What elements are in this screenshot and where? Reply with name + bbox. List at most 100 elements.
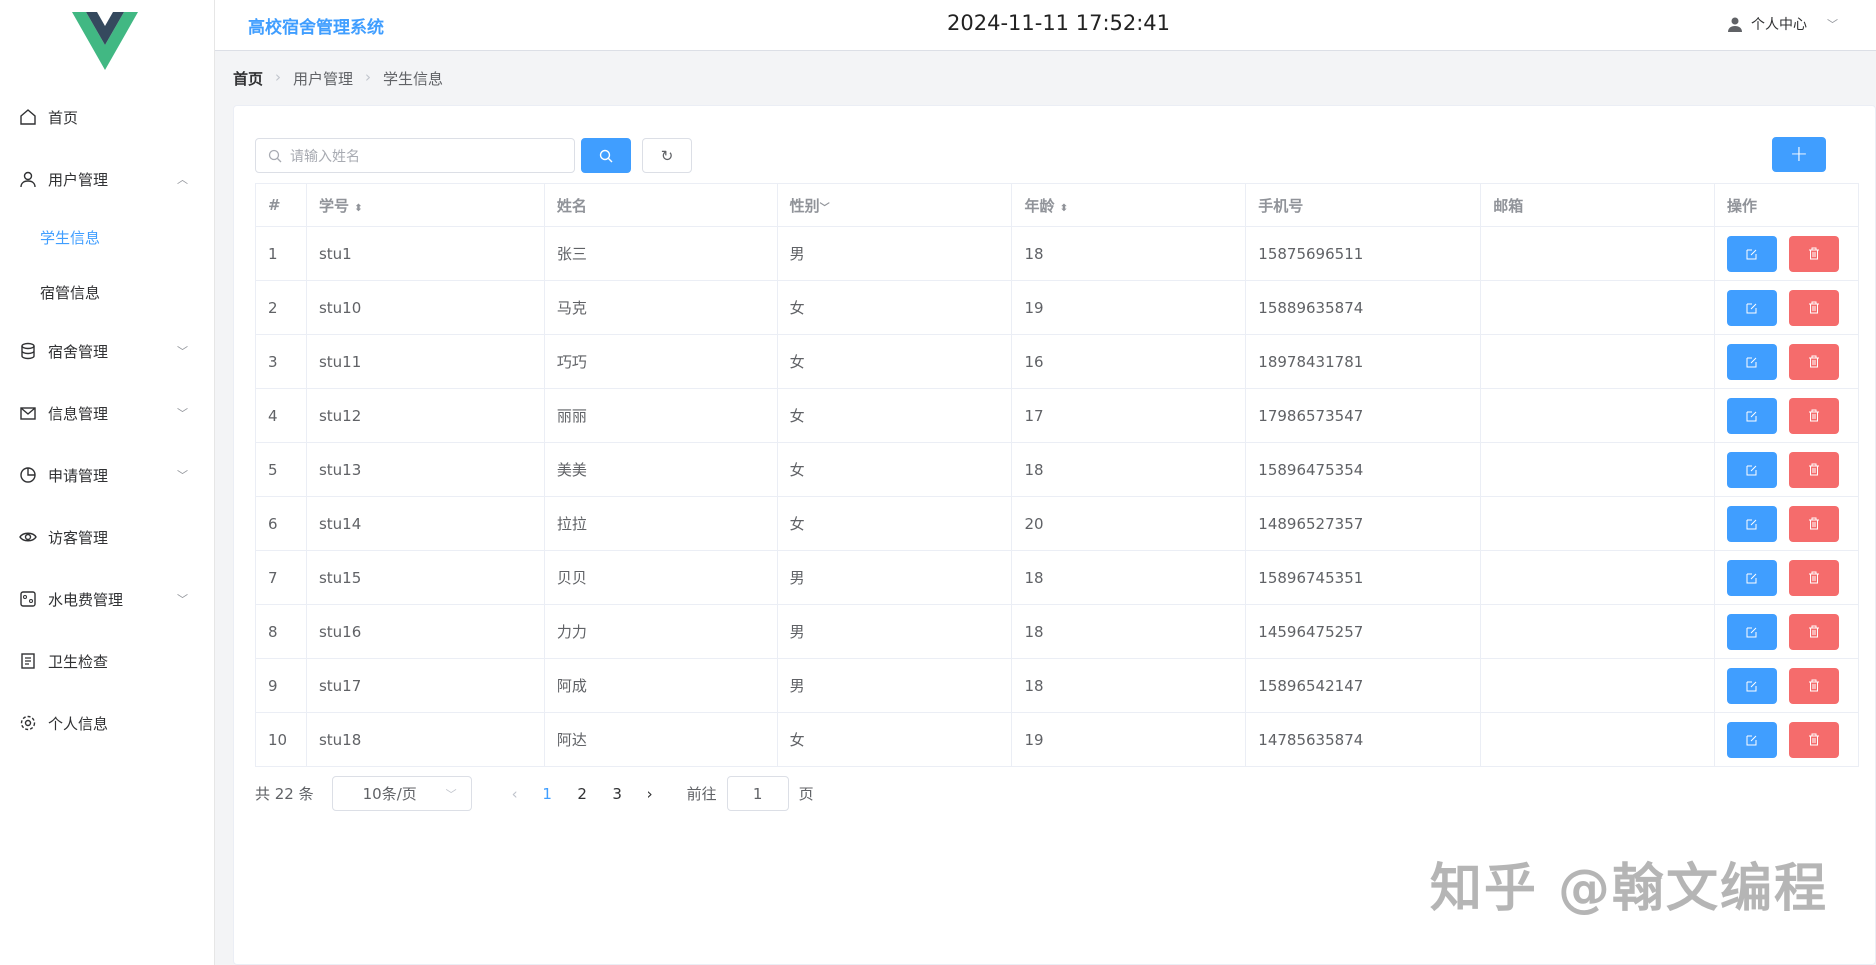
col-gender[interactable]: 性别﹀ (776, 183, 1013, 227)
cell-email (1480, 712, 1715, 767)
delete-button[interactable] (1789, 613, 1839, 650)
edit-button[interactable] (1727, 451, 1777, 488)
cell-actions (1714, 550, 1859, 605)
sort-icon[interactable]: ⬍ (354, 203, 362, 214)
cell-student-name: 丽丽 (543, 388, 778, 443)
next-page-button[interactable]: › (635, 785, 665, 803)
edit-button[interactable] (1727, 613, 1777, 650)
breadcrumb-home[interactable]: 首页 (233, 68, 263, 89)
search-placeholder: 请输入姓名 (290, 148, 360, 165)
sidebar-item-1[interactable]: 用户管理 ︿ (0, 148, 214, 210)
delete-button[interactable] (1789, 343, 1839, 380)
delete-button[interactable] (1789, 559, 1839, 596)
eye-icon (18, 527, 38, 547)
edit-button[interactable] (1727, 667, 1777, 704)
chevron-down-icon: ﹀ (445, 787, 457, 801)
sidebar-menu: 首页 用户管理 ︿ 学生信息 宿管信息 宿舍管理 ﹀ 信息管理 ﹀ 申请管理 ﹀ 访客管理 水电费管理 ﹀… (0, 86, 214, 754)
chevron-down-icon: ﹀ (177, 345, 188, 358)
plus-icon: + (1789, 142, 1809, 167)
cell-gender: 女 (776, 496, 1013, 551)
edit-button[interactable] (1727, 505, 1777, 542)
cell-row-index: 5 (255, 442, 307, 497)
page-1[interactable]: 1 (530, 785, 565, 803)
page-3[interactable]: 3 (600, 785, 635, 803)
cell-student-id: stu16 (305, 604, 545, 659)
sidebar-item-label: 卫生检查 (48, 652, 109, 671)
edit-icon (1746, 465, 1757, 475)
sidebar-item-6[interactable]: 水电费管理 ﹀ (0, 568, 214, 630)
add-button[interactable]: + (1772, 137, 1826, 172)
sidebar-item-label: 个人信息 (48, 714, 109, 733)
delete-button[interactable] (1789, 235, 1839, 272)
sidebar-subitem-1-0[interactable]: 学生信息 (0, 210, 214, 265)
cell-age: 18 (1011, 226, 1247, 281)
chevron-up-icon: ︿ (177, 173, 188, 186)
reset-button[interactable]: ↻ (642, 138, 692, 173)
name-search-input[interactable]: 请输入姓名 (255, 138, 575, 173)
utilities-icon (18, 589, 38, 609)
cell-phone: 18978431781 (1245, 334, 1482, 389)
sidebar-subitem-1-1[interactable]: 宿管信息 (0, 265, 214, 320)
cell-student-id: stu14 (305, 496, 545, 551)
cell-student-name: 阿成 (543, 658, 778, 713)
edit-icon (1746, 303, 1757, 313)
sidebar-item-8[interactable]: 个人信息 (0, 692, 214, 754)
cell-email (1480, 550, 1715, 605)
cell-gender: 女 (776, 334, 1013, 389)
search-button[interactable] (581, 138, 631, 173)
sidebar-item-2[interactable]: 宿舍管理 ﹀ (0, 320, 214, 382)
cell-email (1480, 604, 1715, 659)
sidebar-item-7[interactable]: 卫生检查 (0, 630, 214, 692)
sidebar-item-4[interactable]: 申请管理 ﹀ (0, 444, 214, 506)
edit-button[interactable] (1727, 397, 1777, 434)
page-suffix: 页 (798, 785, 814, 803)
cell-student-id: stu11 (305, 334, 545, 389)
edit-button[interactable] (1727, 559, 1777, 596)
breadcrumb-student-info: 学生信息 (383, 70, 444, 88)
col-student-id[interactable]: 学号 ⬍ (305, 183, 545, 227)
table-row: 6 stu14 拉拉女 20 14896527357 (255, 496, 1859, 551)
page-size-select[interactable]: 10条/页 ﹀ (331, 776, 472, 811)
cell-phone: 14596475257 (1245, 604, 1482, 659)
cell-student-name: 张三 (543, 226, 778, 281)
sort-icon[interactable]: ⬍ (1060, 203, 1068, 214)
cell-phone: 14896527357 (1245, 496, 1482, 551)
chevron-down-icon: ﹀ (177, 469, 188, 482)
goto-page-input[interactable]: 1 (726, 776, 789, 811)
user-center-dropdown[interactable]: 个人中心 ﹀ (1727, 14, 1838, 34)
cell-age: 18 (1011, 550, 1247, 605)
edit-button[interactable] (1727, 235, 1777, 272)
trash-icon (1809, 625, 1819, 638)
delete-button[interactable] (1789, 721, 1839, 758)
cell-student-id: stu10 (305, 280, 545, 335)
col-label: 性别 (789, 196, 820, 215)
page-2[interactable]: 2 (565, 785, 600, 803)
col-phone: 手机号 (1245, 183, 1482, 227)
filter-chevron-icon[interactable]: ﹀ (820, 203, 830, 214)
cell-phone: 14785635874 (1245, 712, 1482, 767)
cell-row-index: 8 (255, 604, 307, 659)
student-table: # 学号 ⬍ 姓名 性别﹀ 年龄 ⬍ 手机号 邮箱 操作 1 stu1 张三男 18 1… (255, 183, 1859, 767)
edit-button[interactable] (1727, 343, 1777, 380)
cell-actions (1714, 496, 1859, 551)
delete-button[interactable] (1789, 289, 1839, 326)
edit-button[interactable] (1727, 289, 1777, 326)
chevron-down-icon: ﹀ (177, 593, 188, 606)
sidebar-item-3[interactable]: 信息管理 ﹀ (0, 382, 214, 444)
sidebar-item-0[interactable]: 首页 (0, 86, 214, 148)
delete-button[interactable] (1789, 667, 1839, 704)
cell-student-name: 力力 (543, 604, 778, 659)
delete-button[interactable] (1789, 505, 1839, 542)
col-age[interactable]: 年龄 ⬍ (1011, 183, 1247, 227)
cell-student-name: 巧巧 (543, 334, 778, 389)
delete-button[interactable] (1789, 397, 1839, 434)
delete-button[interactable] (1789, 451, 1839, 488)
edit-button[interactable] (1727, 721, 1777, 758)
cell-age: 16 (1011, 334, 1247, 389)
table-row: 4 stu12 丽丽女 17 17986573547 (255, 388, 1859, 443)
prev-page-button[interactable]: ‹ (500, 785, 530, 803)
edit-icon (1746, 735, 1757, 745)
table-row: 1 stu1 张三男 18 15875696511 (255, 226, 1859, 281)
sidebar-item-5[interactable]: 访客管理 (0, 506, 214, 568)
table-row: 10 stu18 阿达女 19 14785635874 (255, 712, 1859, 767)
